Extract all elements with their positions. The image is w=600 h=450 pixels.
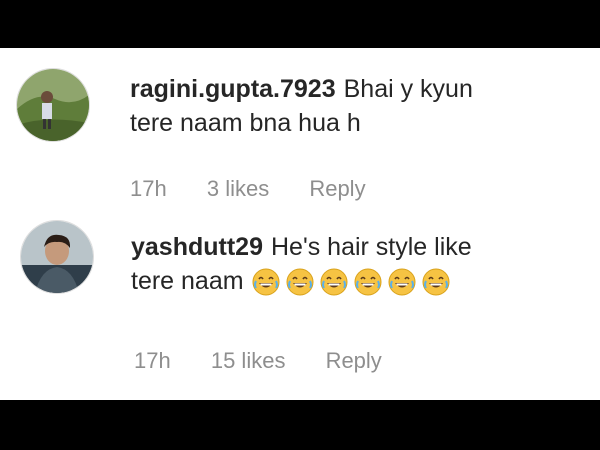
avatar[interactable]: [20, 220, 94, 294]
comments-panel: ragini.gupta.7923 Bhai y kyun tere naam b…: [0, 48, 600, 400]
grinning-face-with-tears-emoji-icon: [354, 268, 382, 296]
comment-line-1: ragini.gupta.7923 Bhai y kyun: [130, 72, 570, 106]
emoji-row: [252, 268, 450, 296]
comment-meta: 17h 15 likes Reply: [134, 348, 416, 374]
username[interactable]: yashdutt29: [131, 233, 263, 261]
likes-count[interactable]: 15 likes: [211, 348, 286, 373]
comment-line-2: tere naam: [131, 264, 571, 298]
avatar[interactable]: [16, 68, 90, 142]
comment-text: Bhai y kyun: [343, 75, 473, 103]
grinning-face-with-tears-emoji-icon: [252, 268, 280, 296]
timestamp: 17h: [134, 348, 171, 373]
reply-button[interactable]: Reply: [309, 176, 365, 201]
avatar-person-portrait-icon: [21, 221, 93, 293]
grinning-face-with-tears-emoji-icon: [320, 268, 348, 296]
comment-text: He's hair style like: [270, 233, 472, 261]
avatar-outdoor-person-icon: [17, 69, 89, 141]
likes-count[interactable]: 3 likes: [207, 176, 269, 201]
comment-body: yashdutt29 He's hair style like tere naam: [131, 230, 571, 298]
username[interactable]: ragini.gupta.7923: [130, 75, 336, 103]
comment-meta: 17h 3 likes Reply: [130, 176, 400, 202]
comment-body: ragini.gupta.7923 Bhai y kyun tere naam b…: [130, 72, 570, 140]
reply-button[interactable]: Reply: [326, 348, 382, 373]
comment-text-continued: tere naam bna hua h: [130, 109, 361, 137]
grinning-face-with-tears-emoji-icon: [422, 268, 450, 296]
grinning-face-with-tears-emoji-icon: [286, 268, 314, 296]
comment-text-continued: tere naam: [131, 267, 244, 295]
timestamp: 17h: [130, 176, 167, 201]
grinning-face-with-tears-emoji-icon: [388, 268, 416, 296]
comment-line-1: yashdutt29 He's hair style like: [131, 230, 571, 264]
